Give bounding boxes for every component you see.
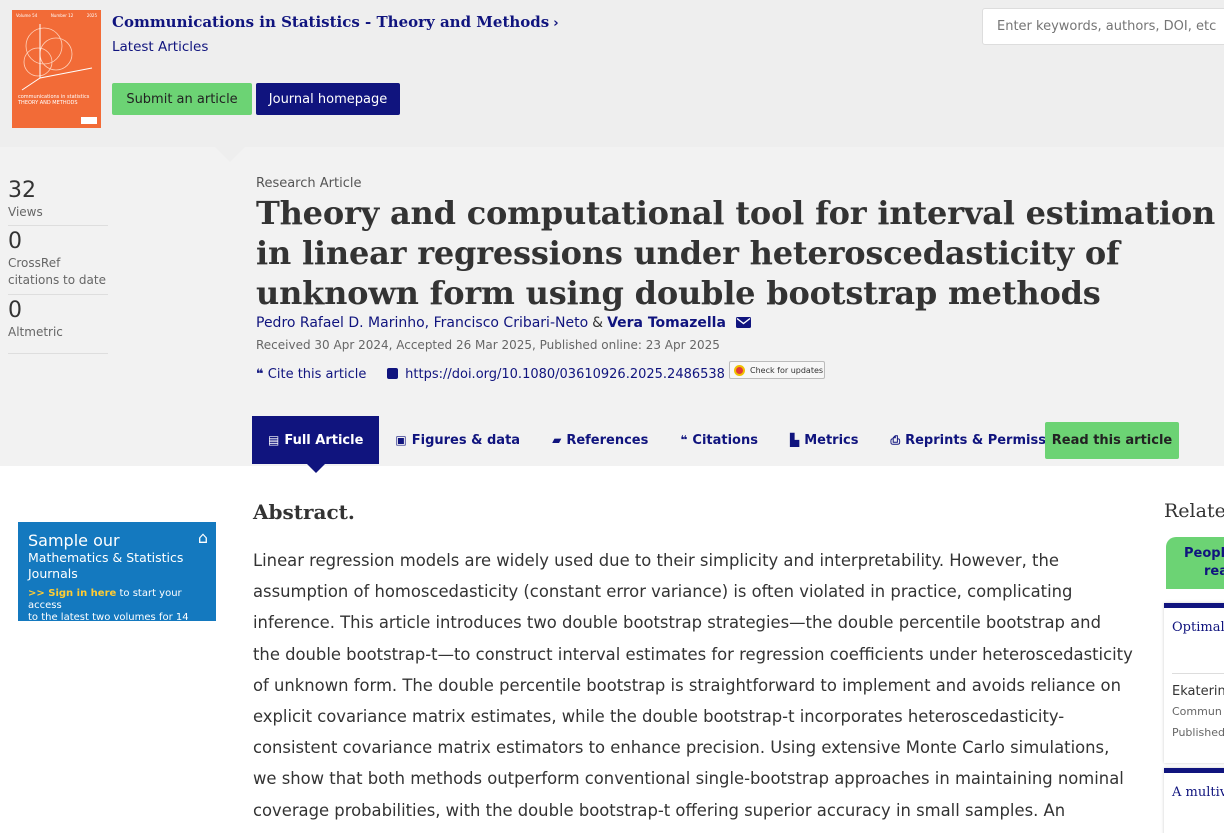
author-link[interactable]: Pedro Rafael D. Marinho, <box>256 315 429 331</box>
ad-cta: >> Sign in here to start your access <box>28 588 206 612</box>
abstract-line: we show that both methods outperform con… <box>253 769 1124 789</box>
related-article-author: Ekaterin <box>1172 684 1224 699</box>
abstract-line: coverage probabilities, with the double … <box>253 800 1066 820</box>
header-pointer <box>214 146 246 162</box>
related-heading: Related <box>1164 500 1224 522</box>
search-input[interactable] <box>982 8 1224 45</box>
tab-full-article[interactable]: ▤ Full Article <box>252 416 380 473</box>
print-icon: ⎙ <box>890 432 901 447</box>
tab-citations[interactable]: ❝ Citations <box>664 416 774 464</box>
tab-figures-data[interactable]: ▣ Figures & data <box>379 416 536 464</box>
submit-article-button[interactable]: Submit an article <box>112 83 252 115</box>
journal-title-link[interactable]: Communications in Statistics - Theory an… <box>112 13 559 31</box>
related-tab-line1: People <box>1184 546 1224 561</box>
image-icon: ▣ <box>395 433 407 447</box>
ad-line3: Journals <box>28 566 78 581</box>
sample-journals-ad[interactable]: ⌂ Sample our Mathematics & Statistics Jo… <box>18 522 216 635</box>
metric-altmetric: 0 Altmetric <box>8 298 108 354</box>
metric-crossref: 0 CrossRef citations to date <box>8 229 108 295</box>
doi-text: https://doi.org/10.1080/03610926.2025.24… <box>405 367 725 382</box>
publication-dates: Received 30 Apr 2024, Accepted 26 Mar 20… <box>256 338 720 352</box>
tab-label: Citations <box>692 432 758 448</box>
author-separator: & <box>592 315 604 331</box>
tab-label: Metrics <box>804 432 859 448</box>
tab-label: Full Article <box>284 432 364 448</box>
check-updates-label: Check for updates <box>750 365 824 375</box>
related-article-title[interactable]: Optimal <box>1164 608 1224 635</box>
quote-icon: ❝ <box>256 367 264 382</box>
related-tab-line2: rea <box>1204 564 1224 579</box>
cite-label: Cite this article <box>267 367 367 382</box>
crossmark-icon <box>734 364 745 376</box>
tab-references[interactable]: ▰ References <box>536 416 664 464</box>
related-article-title[interactable]: A multiv <box>1164 773 1224 800</box>
ad-line5: to the latest two volumes for 14 days <box>28 612 189 635</box>
envelope-icon[interactable] <box>736 316 752 332</box>
author-link[interactable]: Francisco Cribari-Neto <box>434 315 589 331</box>
latest-articles-link[interactable]: Latest Articles <box>112 39 208 55</box>
related-article-journal: Commun <box>1172 705 1222 718</box>
read-article-button[interactable]: Read this article <box>1045 422 1179 459</box>
file-icon: ▤ <box>268 433 280 447</box>
abstract-line: consistent covariance matrix estimators … <box>253 738 1110 758</box>
article-title: Theory and computational tool for interv… <box>256 194 1216 312</box>
ad-line2: Mathematics & Statistics <box>28 550 184 565</box>
abstract-line: inference. This article introduces two d… <box>253 613 1101 633</box>
ad-sign-in-link[interactable]: Sign in here <box>48 588 116 599</box>
check-for-updates-button[interactable]: Check for updates <box>729 361 825 379</box>
author-list: Pedro Rafael D. Marinho, Francisco Criba… <box>256 315 752 332</box>
abstract-body: Linear regression models are widely used… <box>253 545 1133 826</box>
article-type: Research Article <box>256 176 362 191</box>
related-article-card[interactable]: Optimal Ekaterin Commun Published <box>1164 603 1224 763</box>
abstract-line: Linear regression models are widely used… <box>253 551 1059 570</box>
cover-graphic <box>21 24 93 91</box>
views-label: Views <box>8 205 43 219</box>
tab-label: Figures & data <box>411 432 521 448</box>
journal-homepage-button[interactable]: Journal homepage <box>256 83 400 115</box>
cite-article-link[interactable]: ❝ Cite this article <box>256 367 366 382</box>
related-article-card[interactable]: A multiv <box>1164 768 1224 833</box>
corresponding-author-link[interactable]: Vera Tomazella <box>607 315 726 331</box>
metric-views: 32 Views <box>8 178 108 226</box>
article-tabs: ▤ Full Article ▣ Figures & data ▰ Reference… <box>252 416 1092 473</box>
altmetric-count: 0 <box>8 298 22 323</box>
journal-cover-image[interactable]: Volume 54 Number 12 2025 communications … <box>12 10 101 128</box>
external-link-icon <box>387 368 398 379</box>
ad-cta-prefix: >> <box>28 588 49 599</box>
abstract-line: the double bootstrap-t—to construct inte… <box>253 644 1133 664</box>
quote-icon: ❝ <box>680 433 688 447</box>
doi-link[interactable]: https://doi.org/10.1080/03610926.2025.24… <box>387 367 725 382</box>
crossref-label: CrossRef citations to date <box>8 256 106 287</box>
abstract-line: explicit covariance matrix estimates, wh… <box>253 707 1065 727</box>
publisher-logo <box>81 117 97 124</box>
crossref-count: 0 <box>8 229 22 254</box>
lamp-icon: ⌂ <box>197 528 208 547</box>
journal-title-text: Communications in Statistics - Theory an… <box>112 13 550 31</box>
cover-title-line2: THEORY AND METHODS <box>18 100 78 106</box>
tab-metrics[interactable]: ▙ Metrics <box>774 416 875 464</box>
ad-line1: Sample our <box>28 531 120 550</box>
related-tab-people-also-read[interactable]: People rea <box>1166 537 1224 589</box>
views-count: 32 <box>8 178 36 203</box>
abstract-line: of unknown form. The double percentile b… <box>253 675 1121 695</box>
abstract-line: assumption of homoscedasticity (constant… <box>253 582 1073 602</box>
tab-label: References <box>566 432 649 448</box>
bar-chart-icon: ▙ <box>789 433 800 447</box>
chevron-right-icon: › <box>553 16 559 31</box>
abstract-heading: Abstract. <box>253 500 355 524</box>
book-icon: ▰ <box>552 433 562 447</box>
related-article-published: Published <box>1172 726 1224 739</box>
altmetric-label: Altmetric <box>8 325 63 339</box>
